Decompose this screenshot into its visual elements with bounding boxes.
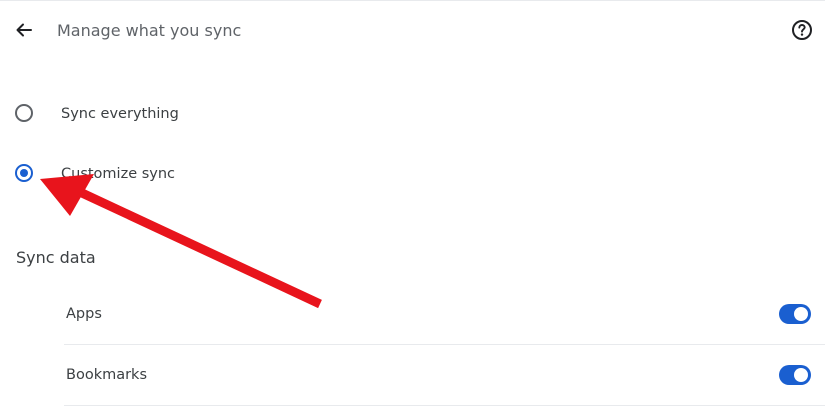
sync-everything-option[interactable]: Sync everything <box>0 95 400 135</box>
customize-sync-radio[interactable] <box>15 164 33 182</box>
bookmarks-label: Bookmarks <box>66 367 148 383</box>
page-title: Manage what you sync <box>57 21 242 40</box>
sync-everything-radio[interactable] <box>15 104 33 122</box>
sync-everything-label: Sync everything <box>61 106 179 122</box>
apps-toggle[interactable] <box>779 304 811 324</box>
help-button[interactable] <box>788 18 816 46</box>
help-circle-icon <box>791 19 813 45</box>
toggle-knob <box>794 368 808 382</box>
back-button[interactable] <box>10 18 38 46</box>
sync-item-bookmarks: Bookmarks <box>64 345 825 406</box>
sync-data-heading: Sync data <box>16 248 96 267</box>
customize-sync-option[interactable]: Customize sync <box>0 155 400 195</box>
toggle-knob <box>794 307 808 321</box>
sync-item-apps: Apps <box>64 284 825 345</box>
customize-sync-label: Customize sync <box>61 166 176 182</box>
sync-settings-page: Manage what you sync Sync everything Cus… <box>0 0 825 413</box>
apps-label: Apps <box>66 306 102 322</box>
arrow-back-icon <box>14 20 34 44</box>
bookmarks-toggle[interactable] <box>779 365 811 385</box>
page-header: Manage what you sync <box>0 1 825 63</box>
